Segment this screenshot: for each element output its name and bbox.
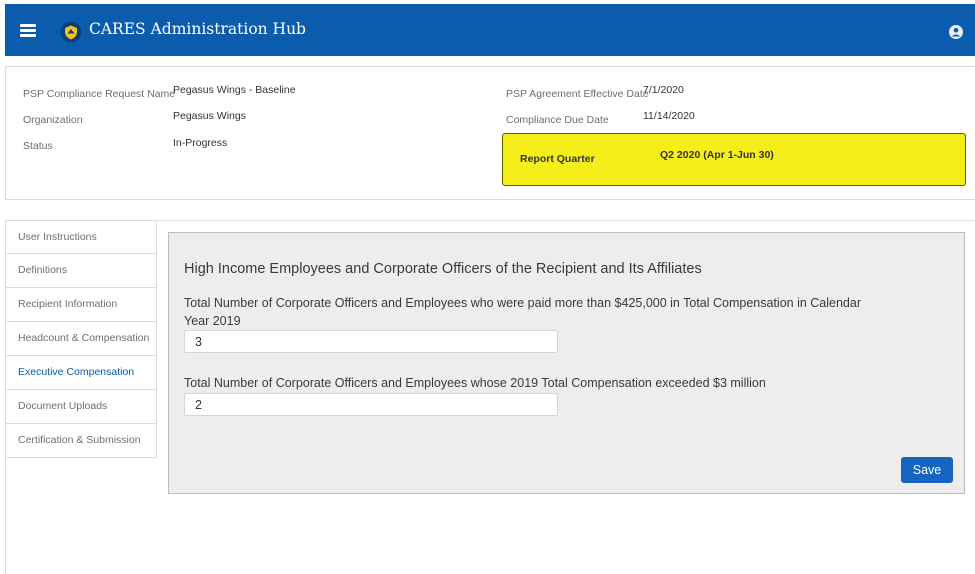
request-name-label: PSP Compliance Request Name bbox=[23, 88, 176, 100]
nav-item-certification-submission[interactable]: Certification & Submission bbox=[5, 424, 157, 458]
organization-value: Pegasus Wings bbox=[173, 110, 246, 122]
q1-label: Total Number of Corporate Officers and E… bbox=[184, 296, 862, 328]
effective-date-label: PSP Agreement Effective Date bbox=[506, 88, 649, 100]
q1-input[interactable] bbox=[184, 330, 558, 353]
due-date-label: Compliance Due Date bbox=[506, 114, 609, 126]
section-nav: User Instructions Definitions Recipient … bbox=[5, 220, 157, 458]
form-section-title: High Income Employees and Corporate Offi… bbox=[184, 261, 702, 277]
shield-logo-icon bbox=[60, 21, 82, 43]
hamburger-icon[interactable] bbox=[20, 24, 36, 37]
report-quarter-label: Report Quarter bbox=[520, 153, 595, 165]
due-date-value: 11/14/2020 bbox=[643, 110, 695, 122]
app-title: CARES Administration Hub bbox=[89, 20, 306, 38]
nav-item-user-instructions[interactable]: User Instructions bbox=[5, 220, 157, 254]
effective-date-value: 7/1/2020 bbox=[643, 84, 684, 96]
user-avatar-icon[interactable] bbox=[949, 25, 963, 39]
executive-compensation-form: High Income Employees and Corporate Offi… bbox=[168, 232, 965, 494]
content-divider bbox=[157, 220, 975, 221]
organization-label: Organization bbox=[23, 114, 83, 126]
top-app-bar: CARES Administration Hub bbox=[5, 4, 975, 56]
nav-item-definitions[interactable]: Definitions bbox=[5, 254, 157, 288]
page-left-border bbox=[5, 458, 6, 574]
request-name-value: Pegasus Wings - Baseline bbox=[173, 84, 296, 96]
nav-item-headcount-compensation[interactable]: Headcount & Compensation bbox=[5, 322, 157, 356]
nav-item-executive-compensation[interactable]: Executive Compensation bbox=[5, 356, 157, 390]
report-quarter-value: Q2 2020 (Apr 1-Jun 30) bbox=[660, 149, 774, 161]
q2-input[interactable] bbox=[184, 393, 558, 416]
nav-item-recipient-information[interactable]: Recipient Information bbox=[5, 288, 157, 322]
q2-label: Total Number of Corporate Officers and E… bbox=[184, 376, 766, 390]
save-button[interactable]: Save bbox=[901, 457, 953, 483]
nav-item-document-uploads[interactable]: Document Uploads bbox=[5, 390, 157, 424]
status-value: In-Progress bbox=[173, 137, 228, 149]
status-label: Status bbox=[23, 140, 53, 152]
report-quarter-box: Report Quarter Q2 2020 (Apr 1-Jun 30) bbox=[502, 133, 966, 186]
